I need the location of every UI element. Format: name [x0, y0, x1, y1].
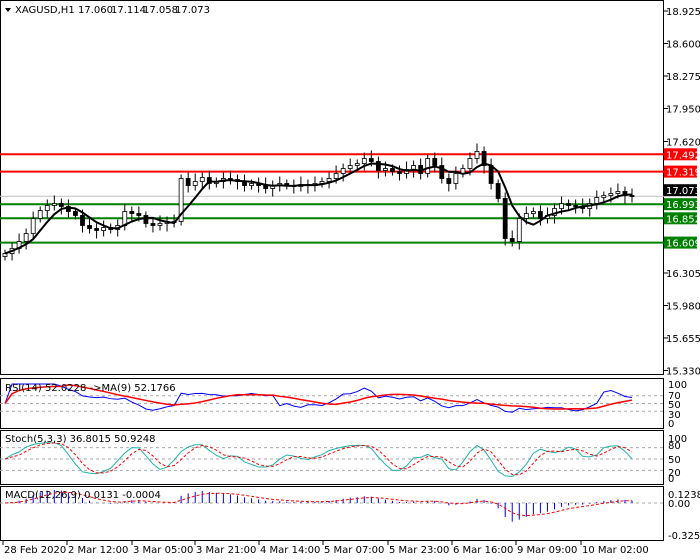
candle-body — [594, 197, 600, 204]
candle-body — [509, 238, 515, 242]
trading-chart[interactable]: 18.925 18.600 18.275 17.950 17.620 16.305 15.9… — [0, 0, 700, 560]
price-axis-label: 18.925 — [666, 7, 700, 18]
candle-body — [453, 173, 459, 184]
price-axis-label: 17.620 — [666, 138, 700, 149]
time-axis-label: 2 Mar 12:00 — [68, 545, 128, 556]
time-axis-label: 9 Mar 09:00 — [517, 545, 577, 556]
price-axis-label: 15.655 — [666, 334, 700, 345]
candle-body — [249, 183, 254, 186]
candle-body — [566, 203, 571, 206]
time-axis-label: 4 Mar 14:00 — [260, 545, 320, 556]
candle-body — [502, 198, 508, 239]
candle-body — [467, 158, 473, 169]
macd-axis-label: -0.3253 — [668, 531, 700, 542]
candle-body — [368, 158, 374, 162]
candle-body — [347, 165, 353, 169]
stoch-axis-label: 0 — [668, 474, 674, 485]
time-axis-label: 5 Mar 23:00 — [389, 545, 449, 556]
candle-body — [488, 165, 494, 184]
candle-body — [361, 158, 367, 164]
candle-body — [340, 168, 346, 174]
candle-body — [523, 213, 529, 219]
candle-body — [94, 228, 99, 231]
candle-body — [559, 203, 564, 209]
candle-body — [136, 213, 142, 216]
candle-body — [538, 211, 543, 219]
price-axis-label: 17.950 — [666, 105, 700, 116]
candle-body — [530, 211, 536, 214]
candle-body — [601, 195, 607, 198]
candle-body — [129, 211, 135, 214]
candle-body — [143, 215, 149, 224]
candle-body — [354, 163, 360, 166]
time-axis-label: 3 Mar 05:00 — [133, 545, 193, 556]
time-axis-label: 3 Mar 21:00 — [196, 545, 256, 556]
candle-body — [446, 178, 452, 184]
candle-body — [608, 193, 614, 196]
rsi-label: RSI(14) 52.0228 ->MA(9) 52.1766 — [5, 383, 176, 394]
level-label: 16.993 — [666, 200, 700, 211]
level-label: 16.852 — [666, 214, 700, 225]
candle-body — [615, 191, 621, 194]
candle-body — [80, 215, 85, 226]
candle-body — [101, 227, 107, 231]
candle-body — [629, 195, 635, 197]
candle-body — [199, 177, 205, 182]
candle-body — [87, 225, 92, 229]
candle-body — [44, 205, 50, 211]
time-axis-label: 6 Mar 16:00 — [453, 545, 513, 556]
candle-body — [150, 223, 156, 226]
rsi-axis-label: 0 — [668, 419, 674, 430]
candle-body — [397, 171, 402, 174]
time-axis-label: 10 Mar 02:00 — [582, 545, 649, 556]
time-axis-label: 5 Mar 07:00 — [324, 545, 384, 556]
macd-label: MACD(12,26,9) 0.0131 -0.0004 — [5, 490, 161, 501]
level-label: 17.492 — [666, 150, 700, 161]
price-axis-label: 15.980 — [666, 302, 700, 313]
candle-body — [157, 223, 163, 226]
candle-body — [383, 168, 388, 171]
background — [0, 0, 700, 560]
candle-body — [432, 158, 438, 166]
high-value: 17.114 — [111, 5, 146, 16]
candle-body — [474, 151, 480, 159]
candle-body — [573, 205, 579, 207]
stoch-label: Stoch(5,3,3) 36.8015 50.9248 — [5, 434, 156, 445]
candle-body — [58, 203, 64, 207]
time-axis-label: 28 Feb 2020 — [4, 545, 66, 556]
symbol-label: XAGUSD,H1 — [15, 5, 75, 16]
low-value: 17.058 — [143, 5, 178, 16]
candle-body — [516, 218, 522, 242]
candle-body — [185, 178, 191, 186]
level-label: 16.609 — [666, 239, 700, 250]
level-label: 17.319 — [666, 168, 700, 179]
candle-body — [495, 183, 501, 199]
candle-body — [37, 210, 43, 219]
candle-body — [51, 203, 57, 206]
candle-body — [192, 181, 198, 186]
current-price-label: 17.073 — [666, 186, 700, 197]
price-axis-label: 16.305 — [666, 269, 700, 280]
stoch-axis-label: 80 — [668, 441, 681, 452]
price-axis-label: 15.330 — [666, 367, 700, 378]
candle-body — [30, 218, 36, 234]
candle-body — [333, 173, 339, 179]
open-value: 17.060 — [78, 5, 113, 16]
candle-body — [326, 178, 332, 182]
close-value: 17.073 — [175, 5, 210, 16]
price-axis-label: 18.275 — [666, 72, 700, 83]
candle-body — [23, 233, 29, 242]
candle-body — [425, 158, 431, 174]
macd-axis-label: 0.00 — [668, 499, 690, 510]
stoch-axis-label: 50 — [668, 455, 681, 466]
price-axis-label: 18.600 — [666, 40, 700, 51]
rsi-axis-label: 100 — [668, 380, 687, 391]
candle-body — [73, 211, 78, 216]
candle-body — [390, 168, 395, 172]
